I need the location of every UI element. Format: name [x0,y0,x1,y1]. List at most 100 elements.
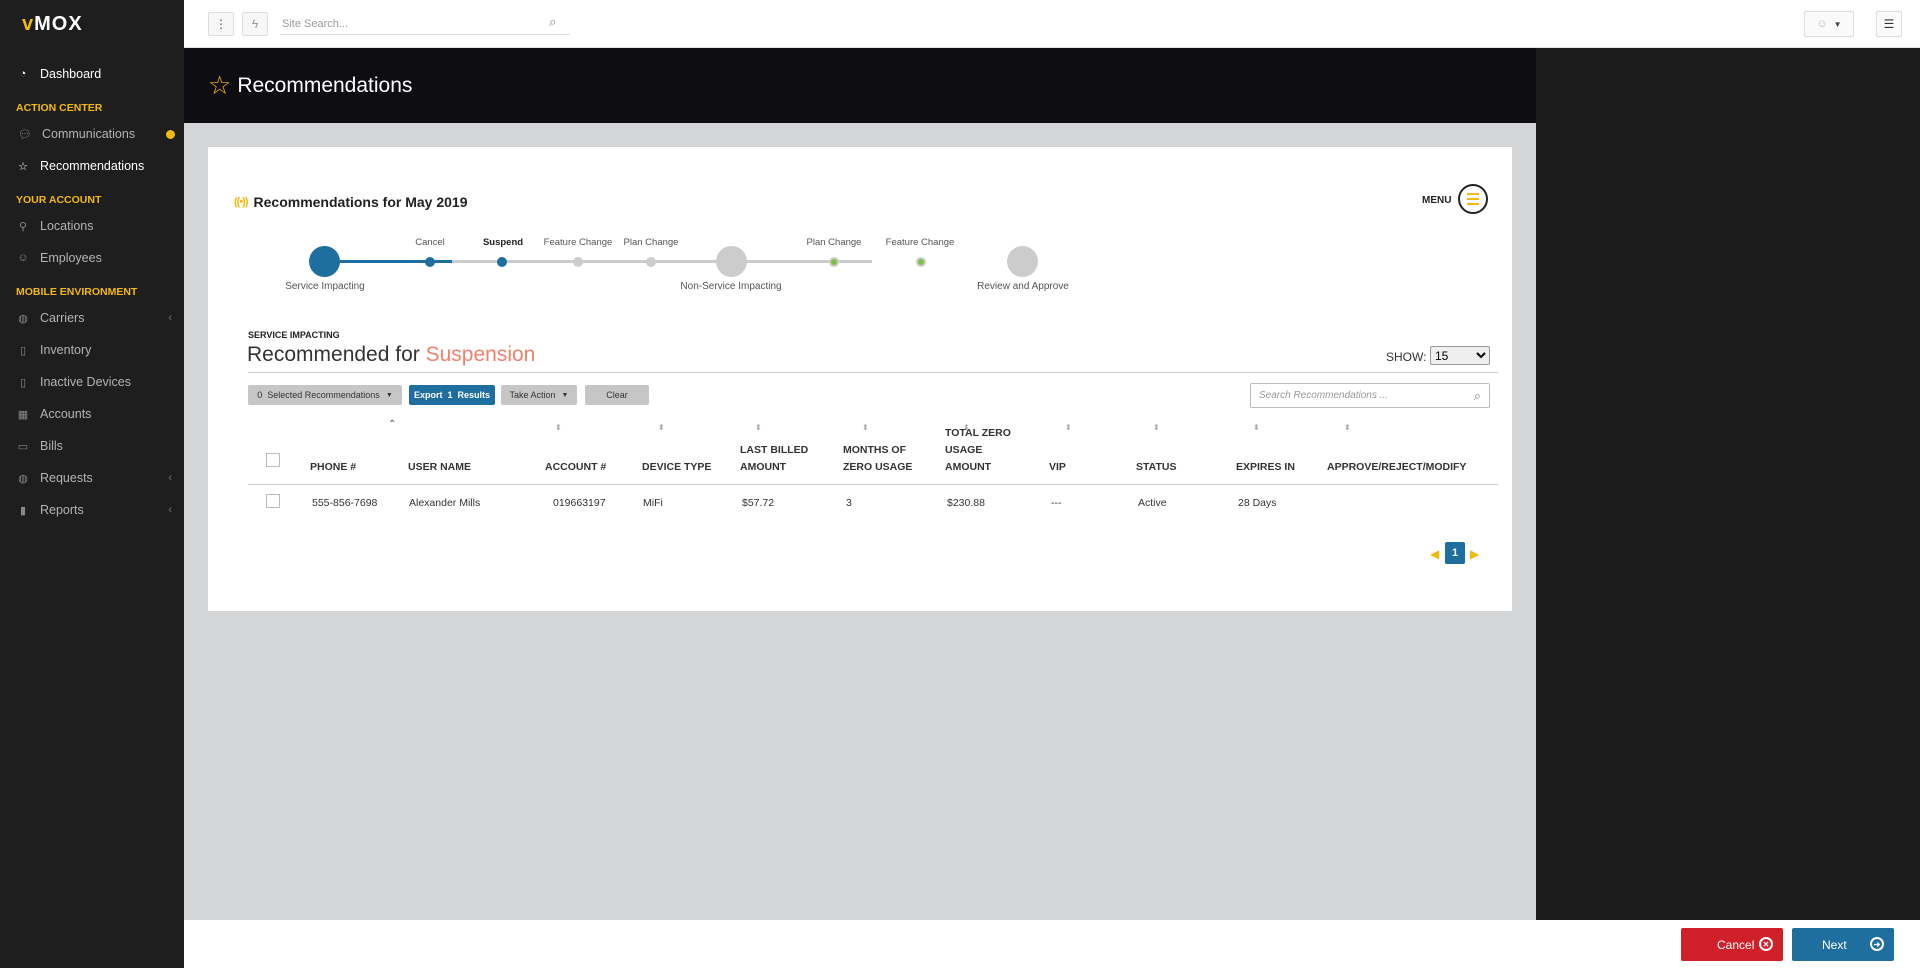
sidebar-item-dashboard[interactable]: ◔ Dashboard [0,58,184,90]
sidebar-item-employees[interactable]: ☺ Employees [0,242,184,274]
user-icon: ☺ [1816,18,1828,30]
sidebar: v MOX ◔ Dashboard ACTION CENTER 💬︎ Commun… [0,0,184,968]
star-icon: ☆ [208,70,232,100]
sidebar-item-label: Recommendations [40,159,145,173]
column-header-last-billed[interactable]: LAST BILLED AMOUNT [740,442,808,476]
column-header-total-zero[interactable]: TOTAL ZERO USAGE AMOUNT [945,425,1011,476]
stepper-track [452,260,872,263]
page-title: Recommendations [237,73,413,97]
sort-icon[interactable]: ⬍ [755,423,762,432]
sidebar-item-reports[interactable]: ▮ Reports ‹ [0,494,184,526]
sidebar-item-recommendations[interactable]: ☆ Recommendations [0,150,184,182]
step-non-service-impacting[interactable] [716,246,747,277]
page-number-button[interactable]: 1 [1445,542,1465,564]
app-logo[interactable]: v MOX [0,0,184,48]
sidebar-item-inventory[interactable]: ▯ Inventory [0,334,184,366]
column-header-status[interactable]: STATUS [1136,459,1176,476]
search-icon[interactable]: ⌕ [1474,388,1481,404]
sidebar-item-locations[interactable]: ⚲ Locations [0,210,184,242]
substep-plan-change-complete[interactable] [829,257,839,267]
take-action-dropdown[interactable]: Take Action ▼ [501,385,577,405]
substep-plan-change[interactable] [646,257,656,267]
export-results-button[interactable]: Export 1 Results [409,385,495,405]
sidebar-item-accounts[interactable]: ▦ Accounts [0,398,184,430]
sort-icon[interactable]: ⬍ [1065,423,1072,432]
header-line: AMOUNT [945,461,992,473]
step-review-approve[interactable] [1007,246,1038,277]
table-row[interactable]: 555-856-7698 Alexander Mills 019663197 M… [248,485,1498,521]
chevron-left-icon: ‹ [168,312,172,324]
step-label: Service Impacting [285,281,365,292]
more-options-button[interactable]: ⋮ [208,12,234,36]
recommendations-search-input[interactable] [1251,384,1451,407]
arrow-right-circle-icon: ➜ [1870,937,1884,951]
sidebar-item-carriers[interactable]: ◍ Carriers ‹ [0,302,184,334]
substep-label: Plan Change [806,237,862,248]
column-header-months-zero[interactable]: MONTHS OF ZERO USAGE [843,442,912,476]
show-label: SHOW: [1386,350,1427,364]
menu-button[interactable] [1458,184,1488,214]
sidebar-item-requests[interactable]: ◍ Requests ‹ [0,462,184,494]
recommendations-card: ((•)) Recommendations for May 2019 MENU … [208,147,1512,611]
cancel-label: Cancel [1717,937,1755,952]
sort-icon[interactable]: ⬍ [555,423,562,432]
folder-icon: ▭ [17,440,29,453]
sort-asc-icon[interactable]: ⌃ [388,419,396,430]
grid-icon: ▦ [17,408,29,421]
sidebar-item-inactive-devices[interactable]: ▯ Inactive Devices [0,366,184,398]
column-header-approve: APPROVE/REJECT/MODIFY [1327,461,1467,473]
chevron-left-icon: ‹ [168,504,172,516]
next-button[interactable]: Next ➜ [1792,928,1894,961]
logo-v: v [22,12,35,35]
prev-page-icon[interactable]: ◀ [1430,547,1439,561]
sort-icon[interactable]: ⬍ [1253,423,1260,432]
panel-toggle-button[interactable]: ☰ [1876,11,1902,37]
users-icon: ☺ [17,252,29,264]
section-title-highlight: Suspension [425,343,536,366]
select-all-checkbox[interactable] [266,453,280,467]
column-header-user-name[interactable]: USER NAME [408,459,471,476]
substep-cancel[interactable] [425,257,435,267]
cell-vip: --- [1051,497,1062,509]
page-size-select[interactable]: 15 [1430,346,1490,365]
column-header-device-type[interactable]: DEVICE TYPE [642,459,711,476]
sort-icon[interactable]: ⬍ [862,423,869,432]
sort-icon[interactable]: ⬍ [1344,423,1351,432]
sidebar-item-label: Locations [40,219,94,233]
selected-recommendations-dropdown[interactable]: 0 Selected Recommendations ▼ [248,385,402,405]
sidebar-item-label: Carriers [40,311,85,325]
quick-action-button[interactable]: ϟ [242,12,268,36]
sort-icon[interactable]: ⬍ [1153,423,1160,432]
column-header-vip[interactable]: VIP [1049,459,1066,476]
step-service-impacting[interactable] [309,246,340,277]
column-header-phone[interactable]: PHONE # [310,459,356,476]
close-circle-icon: ✕ [1759,937,1773,951]
substep-feature-change[interactable] [573,257,583,267]
user-menu-button[interactable]: ☺ ▼ [1804,11,1854,37]
substep-suspend[interactable] [497,257,507,267]
menu-label: MENU [1422,195,1452,206]
next-page-icon[interactable]: ▶ [1470,547,1479,561]
card-title: ((•)) Recommendations for May 2019 [234,194,467,210]
row-checkbox[interactable] [266,494,280,508]
substep-feature-change-complete[interactable] [916,257,926,267]
sidebar-item-communications[interactable]: 💬︎ Communications [0,118,184,150]
list-icon: ☰ [1883,17,1895,31]
clear-button[interactable]: Clear [585,385,649,405]
sidebar-item-bills[interactable]: ▭ Bills [0,430,184,462]
cell-phone: 555-856-7698 [312,497,378,509]
cancel-button[interactable]: Cancel ✕ [1681,928,1783,961]
lightning-icon: ϟ [251,17,259,31]
column-header-expires[interactable]: EXPIRES IN [1236,459,1295,476]
site-search-input[interactable] [280,13,570,35]
signal-icon: ((•)) [234,196,248,208]
logo-text: MOX [34,12,83,35]
search-icon[interactable]: ⌕ [549,14,556,30]
column-header-account[interactable]: ACCOUNT # [545,459,606,476]
sidebar-item-label: Inactive Devices [40,375,132,389]
sort-icon[interactable]: ⬍ [658,423,665,432]
top-bar: ⋮ ϟ ⌕ ☺ ▼ ☰ [184,0,1920,48]
map-pin-icon: ⚲ [18,220,28,233]
globe-icon: ◍ [18,472,28,485]
cell-status: Active [1138,497,1167,509]
